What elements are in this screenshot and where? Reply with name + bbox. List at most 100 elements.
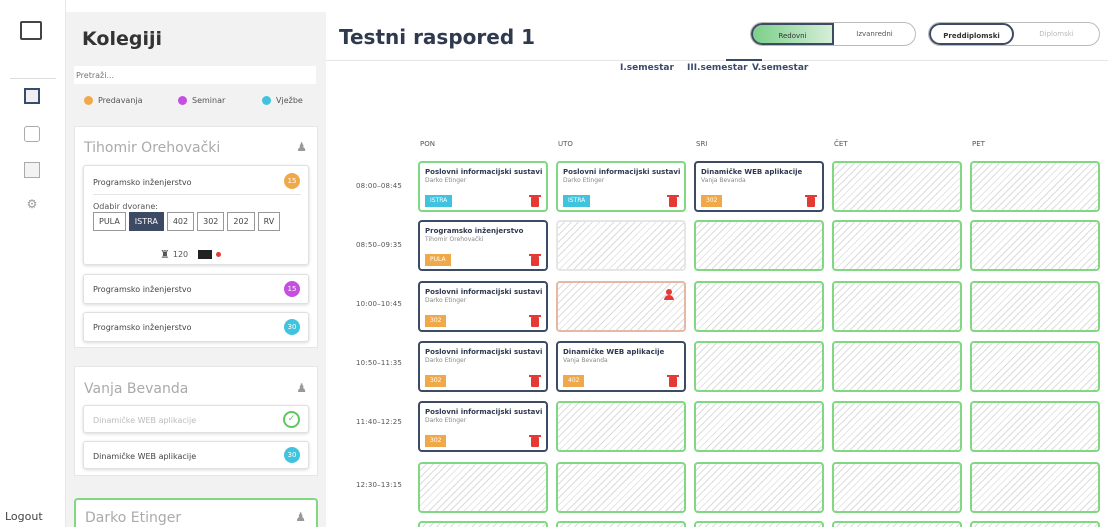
course-card[interactable]: Dinamičke WEB aplikacije 30: [83, 441, 309, 469]
slot-professor: Darko Etinger: [425, 177, 467, 184]
day-header: PET: [972, 140, 985, 148]
logout-link[interactable]: Logout: [5, 510, 43, 523]
trash-icon[interactable]: [529, 315, 541, 327]
empty-slot[interactable]: [832, 521, 962, 527]
course-card[interactable]: Programsko inženjerstvo 15: [83, 274, 309, 304]
schedule-slot[interactable]: Programsko inženjerstvo Tihomir Orehovač…: [418, 220, 548, 271]
panel-title: Kolegiji: [82, 28, 162, 50]
slot-professor: Darko Etinger: [425, 417, 467, 424]
slot-course: Dinamičke WEB aplikacije: [701, 168, 803, 176]
tab-semester-3[interactable]: III.semestar: [687, 63, 748, 73]
empty-slot[interactable]: [970, 341, 1100, 392]
occupied-slot[interactable]: [556, 281, 686, 332]
legend-item-vjezbe: Vježbe: [262, 96, 303, 105]
slot-room-tag: 302: [701, 195, 723, 207]
trash-icon[interactable]: [529, 195, 541, 207]
trash-icon[interactable]: [529, 254, 541, 266]
app: ⚙ Logout Kolegiji Predavanja Seminar Vje…: [0, 0, 1108, 527]
teacher-group: Tihomir Orehovački ♟ Programsko inženjer…: [74, 126, 318, 348]
empty-slot[interactable]: [970, 462, 1100, 513]
toggle-izvanredni[interactable]: Izvanredni: [834, 23, 915, 45]
empty-slot[interactable]: [556, 220, 686, 271]
slot-room-tag: ISTRA: [563, 195, 591, 207]
empty-slot[interactable]: [832, 341, 962, 392]
day-header: SRI: [696, 140, 708, 148]
empty-slot[interactable]: [832, 220, 962, 271]
schedule-slot[interactable]: Dinamičke WEB aplikacije Vanja Bevanda 4…: [556, 341, 686, 392]
teacher-group: Darko Etinger ♟: [74, 498, 318, 527]
slot-professor: Vanja Bevanda: [701, 177, 746, 184]
empty-slot[interactable]: [694, 401, 824, 452]
schedule-slot[interactable]: Poslovni informacijski sustavi Darko Eti…: [418, 341, 548, 392]
room-button-402[interactable]: 402: [166, 212, 195, 231]
slot-course: Programsko inženjerstvo: [425, 227, 524, 235]
empty-slot[interactable]: [694, 281, 824, 332]
calendar-icon[interactable]: [24, 88, 40, 104]
toggle-redovni[interactable]: Redovni: [751, 23, 835, 45]
empty-slot[interactable]: [556, 462, 686, 513]
tab-semester-5[interactable]: V.semestar: [752, 63, 808, 73]
image-icon[interactable]: [24, 162, 40, 178]
empty-slot[interactable]: [832, 161, 962, 212]
empty-slot[interactable]: [832, 462, 962, 513]
schedule-slot[interactable]: Poslovni informacijski sustavi Darko Eti…: [556, 161, 686, 212]
empty-slot[interactable]: [832, 281, 962, 332]
schedule-slot[interactable]: Poslovni informacijski sustavi Darko Eti…: [418, 401, 548, 452]
empty-slot[interactable]: [694, 462, 824, 513]
slot-room-tag: 302: [425, 315, 447, 327]
slot-course: Dinamičke WEB aplikacije: [563, 348, 665, 356]
chat-icon[interactable]: [24, 126, 40, 142]
schedule-slot[interactable]: Poslovni informacijski sustavi Darko Eti…: [418, 161, 548, 212]
toggle-diplomski[interactable]: Diplomski: [1014, 23, 1099, 45]
trash-icon[interactable]: [667, 195, 679, 207]
trash-icon[interactable]: [667, 375, 679, 387]
trash-icon[interactable]: [529, 375, 541, 387]
room-button-302[interactable]: 302: [197, 212, 225, 231]
empty-slot[interactable]: [556, 401, 686, 452]
room-button-pula[interactable]: PULA: [93, 212, 126, 231]
slot-room-tag: 302: [425, 375, 447, 387]
empty-slot[interactable]: [970, 161, 1100, 212]
teacher-name: Tihomir Orehovački: [84, 140, 221, 156]
empty-slot[interactable]: [418, 521, 548, 527]
user-icon: ♟: [295, 510, 306, 524]
slot-course: Poslovni informacijski sustavi: [563, 168, 681, 176]
empty-slot[interactable]: [970, 281, 1100, 332]
empty-slot[interactable]: [418, 462, 548, 513]
slot-course: Poslovni informacijski sustavi: [425, 288, 543, 296]
status-dot-icon: [216, 252, 222, 257]
tab-underline: [726, 59, 762, 61]
logo-icon[interactable]: [20, 21, 42, 40]
user-icon: ♟: [296, 381, 307, 395]
search-input[interactable]: [74, 66, 316, 84]
empty-slot[interactable]: [970, 220, 1100, 271]
room-button-rv[interactable]: RV: [257, 212, 281, 231]
left-nav: ⚙ Logout: [0, 0, 66, 527]
course-card-expanded[interactable]: Programsko inženjerstvo 15 Odabir dvoran…: [83, 165, 309, 265]
tab-semester-1[interactable]: I.semestar: [620, 63, 674, 73]
room-button-istra[interactable]: ISTRA: [128, 212, 164, 231]
empty-slot[interactable]: [694, 220, 824, 271]
slot-professor: Darko Etinger: [425, 297, 467, 304]
empty-slot[interactable]: [556, 521, 686, 527]
course-name: Dinamičke WEB aplikacije: [93, 416, 197, 425]
slot-professor: Vanja Bevanda: [563, 357, 608, 364]
course-card[interactable]: Dinamičke WEB aplikacije ✓: [83, 405, 309, 433]
schedule-slot[interactable]: Dinamičke WEB aplikacije Vanja Bevanda 3…: [694, 161, 824, 212]
empty-slot[interactable]: [694, 341, 824, 392]
course-card[interactable]: Programsko inženjerstvo 30: [83, 312, 309, 342]
empty-slot[interactable]: [694, 521, 824, 527]
room-button-202[interactable]: 202: [227, 212, 255, 231]
toggle-preddiplomski[interactable]: Preddiplomski: [929, 23, 1015, 45]
divider: [93, 194, 301, 195]
trash-icon[interactable]: [529, 435, 541, 447]
trash-icon[interactable]: [805, 195, 817, 207]
room-buttons: PULA ISTRA 402 302 202 RV: [93, 212, 283, 231]
hours-badge: 30: [284, 447, 300, 463]
empty-slot[interactable]: [970, 521, 1100, 527]
empty-slot[interactable]: [970, 401, 1100, 452]
empty-slot[interactable]: [832, 401, 962, 452]
study-type-toggle: Redovni Izvanredni: [750, 22, 916, 46]
settings-icon[interactable]: ⚙: [24, 196, 40, 212]
schedule-slot[interactable]: Poslovni informacijski sustavi Darko Eti…: [418, 281, 548, 332]
